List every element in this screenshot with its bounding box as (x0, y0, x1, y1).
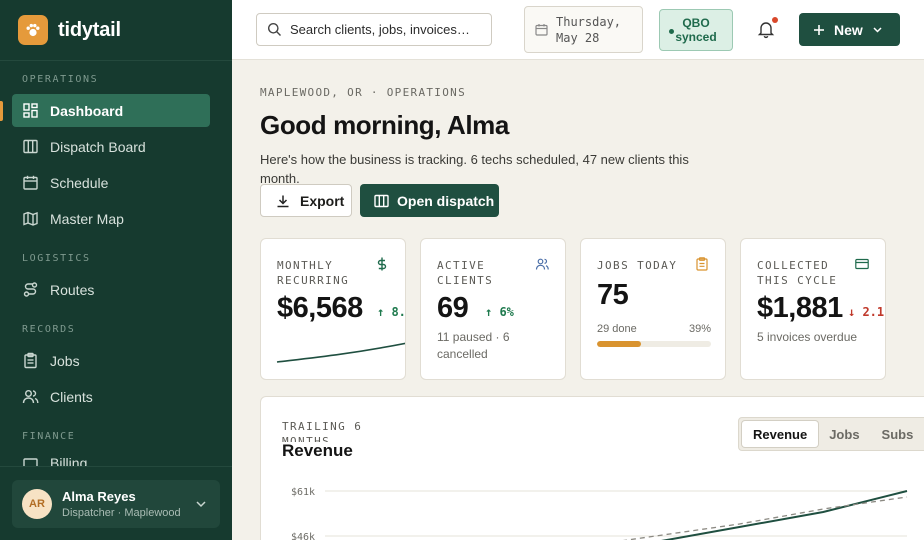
route-icon (23, 282, 38, 297)
open-dispatch-label: Open dispatch (397, 192, 495, 209)
board-icon (23, 139, 38, 154)
download-icon (277, 195, 289, 207)
stat-label: MONTHLY RECURRING (277, 259, 350, 287)
sidebar: tidytail OPERATIONS Dashboard Dispatch B… (0, 0, 232, 540)
topbar: Thursday, May 28 QBO synced New (232, 0, 924, 60)
stat-delta: ↑ 8. (377, 305, 406, 319)
date-display[interactable]: Thursday, May 28 (524, 6, 643, 53)
board-icon (374, 194, 389, 207)
sidebar-item-billing[interactable]: Billing (12, 452, 210, 466)
date-weekday: Thursday, (556, 14, 622, 29)
brand[interactable]: tidytail (18, 15, 121, 45)
progress-done: 29 done (597, 323, 637, 335)
progress-percent: 39% (688, 323, 711, 335)
stat-value: 75 (597, 279, 629, 311)
new-button[interactable]: New (799, 13, 900, 46)
y-tick-label: $46k (291, 532, 315, 540)
stat-note: 11 paused · 6 cancelled (437, 330, 510, 361)
calendar-icon (23, 175, 38, 190)
stat-label: COLLECTED THIS CYCLE (757, 259, 838, 287)
jobs-progress-bar (597, 341, 711, 347)
card-icon (855, 258, 869, 270)
user-area: AR Alma Reyes Dispatcher · Maplewood (0, 466, 232, 540)
search-box[interactable] (256, 13, 492, 46)
open-dispatch-button[interactable]: Open dispatch (360, 184, 499, 217)
brand-name: tidytail (58, 18, 121, 41)
section-label-logistics: LOGISTICS (22, 253, 91, 264)
summary-text: Here's how the business is tracking. 6 t… (260, 152, 689, 186)
sidebar-item-label: Master Map (50, 210, 124, 227)
clipboard-icon (696, 257, 708, 271)
date-day: May 28 (556, 30, 600, 45)
sidebar-item-label: Clients (50, 388, 93, 405)
dashboard-icon (23, 103, 38, 118)
clipboard-icon (24, 352, 37, 369)
stat-card-monthly-recurring[interactable]: MONTHLY RECURRING $6,568 ↑ 8. (260, 238, 406, 380)
active-nav-marker (0, 101, 3, 121)
paw-logo-icon (18, 15, 48, 45)
y-tick-label: $61k (291, 487, 315, 498)
stat-card-jobs-today[interactable]: JOBS TODAY 75 29 done 39% (580, 238, 726, 380)
map-icon (23, 211, 38, 226)
users-icon (535, 258, 549, 270)
search-icon (268, 23, 281, 36)
stat-value: $6,568 (277, 292, 363, 324)
qbo-label: QBO (682, 16, 710, 30)
user-card[interactable]: AR Alma Reyes Dispatcher · Maplewood (12, 480, 220, 528)
sidebar-item-dashboard[interactable]: Dashboard (12, 94, 210, 127)
plus-icon (814, 24, 824, 35)
stat-label: JOBS TODAY (597, 259, 678, 272)
sidebar-item-label: Dispatch Board (50, 138, 146, 155)
sidebar-item-label: Routes (50, 281, 95, 298)
sidebar-divider (0, 60, 232, 61)
dollar-icon (377, 257, 387, 271)
stat-label: ACTIVE CLIENTS (437, 259, 494, 287)
sync-status-dot (669, 29, 674, 34)
jobs-progress-fill (597, 341, 642, 347)
sidebar-item-label: Dashboard (50, 102, 124, 119)
new-button-label: New (834, 21, 863, 38)
sidebar-item-routes[interactable]: Routes (12, 273, 210, 306)
sidebar-item-dispatch-board[interactable]: Dispatch Board (12, 130, 210, 163)
section-label-finance: FINANCE (22, 431, 76, 442)
user-name: Alma Reyes (62, 489, 136, 504)
sidebar-item-label: Schedule (50, 174, 109, 191)
sidebar-item-jobs[interactable]: Jobs (12, 344, 210, 377)
stat-card-active-clients[interactable]: ACTIVE CLIENTS 69 ↑ 6% 11 paused · 6 can… (420, 238, 566, 380)
stat-delta: ↓ 2.1 (848, 305, 885, 319)
sidebar-item-schedule[interactable]: Schedule (12, 166, 210, 199)
chevron-down-icon (196, 501, 206, 508)
calendar-icon (535, 24, 548, 36)
sidebar-item-label: Billing (50, 455, 88, 466)
revenue-sparkline (276, 342, 405, 363)
qbo-sync-badge[interactable]: QBO synced (659, 9, 733, 51)
page-title: Good morning, Alma (260, 110, 509, 140)
billing-icon (23, 458, 38, 466)
stat-card-collected[interactable]: COLLECTED THIS CYCLE $1,881 ↓ 2.1 5 invo… (740, 238, 886, 380)
revenue-line-chart: $61k $46k (291, 487, 908, 540)
user-role: Dispatcher · Maplewood (62, 507, 181, 519)
users-icon (22, 390, 39, 404)
export-button[interactable]: Export (260, 184, 352, 217)
export-label: Export (300, 192, 345, 209)
chevron-down-icon (873, 27, 882, 33)
stat-note: 5 invoices overdue (757, 330, 858, 344)
progress-labels: 29 done 39% (597, 323, 711, 335)
stat-value: $1,881 (757, 292, 843, 324)
stat-delta: ↑ 6% (485, 305, 514, 319)
section-label-operations: OPERATIONS (22, 74, 99, 85)
notification-dot (772, 17, 778, 23)
sidebar-item-master-map[interactable]: Master Map (12, 202, 210, 235)
section-label-records: RECORDS (22, 324, 76, 335)
location-eyebrow: MAPLEWOOD, OR · OPERATIONS (260, 86, 466, 99)
sidebar-item-clients[interactable]: Clients (12, 380, 210, 413)
stat-value: 69 (437, 292, 469, 324)
avatar: AR (22, 489, 52, 519)
series-line (661, 490, 908, 540)
revenue-chart-card: TRAILING 6 MONTHS Revenue Revenue Jobs S… (260, 396, 924, 540)
sidebar-item-label: Jobs (50, 352, 80, 369)
search-input[interactable] (290, 22, 480, 37)
